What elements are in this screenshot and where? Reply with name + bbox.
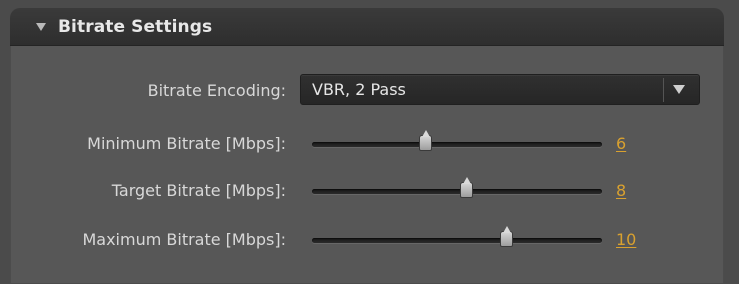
- maximum-bitrate-label: Maximum Bitrate [Mbps]:: [82, 230, 286, 249]
- maximum-bitrate-value[interactable]: 10: [616, 230, 636, 249]
- panel-header[interactable]: Bitrate Settings: [10, 8, 724, 46]
- minimum-bitrate-slider[interactable]: [312, 130, 602, 151]
- collapse-triangle-icon[interactable]: [36, 23, 46, 31]
- app-canvas: Bitrate Settings Bitrate Encoding: VBR, …: [0, 0, 739, 284]
- minimum-bitrate-value[interactable]: 6: [616, 134, 626, 153]
- bitrate-encoding-select[interactable]: VBR, 2 Pass: [300, 74, 700, 105]
- target-bitrate-slider-handle[interactable]: [459, 177, 473, 198]
- bitrate-encoding-value: VBR, 2 Pass: [312, 80, 406, 99]
- dropdown-divider: [663, 77, 664, 102]
- maximum-bitrate-slider[interactable]: [312, 226, 602, 247]
- maximum-bitrate-slider-handle[interactable]: [500, 226, 514, 247]
- minimum-bitrate-label: Minimum Bitrate [Mbps]:: [87, 134, 286, 153]
- panel-title: Bitrate Settings: [58, 16, 213, 37]
- chevron-down-icon[interactable]: [673, 85, 685, 94]
- target-bitrate-value[interactable]: 8: [616, 181, 626, 200]
- target-bitrate-slider[interactable]: [312, 177, 602, 198]
- minimum-bitrate-slider-handle[interactable]: [419, 130, 433, 151]
- bitrate-encoding-label: Bitrate Encoding:: [147, 81, 286, 100]
- panel-content: Bitrate Encoding: VBR, 2 Pass Minimum Bi…: [10, 46, 724, 284]
- target-bitrate-label: Target Bitrate [Mbps]:: [111, 181, 286, 200]
- bitrate-settings-panel: Bitrate Settings Bitrate Encoding: VBR, …: [10, 8, 724, 284]
